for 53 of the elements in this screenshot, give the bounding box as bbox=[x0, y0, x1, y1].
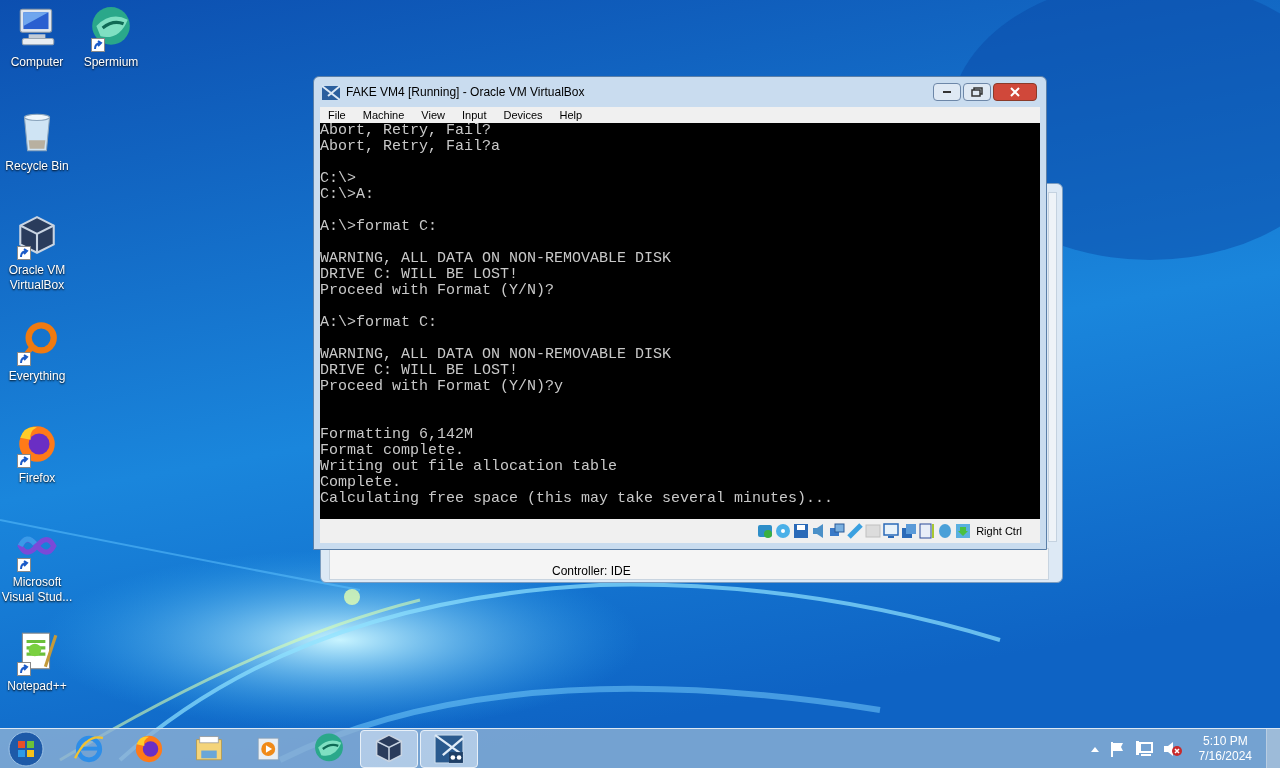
console-line: Format complete. bbox=[320, 442, 465, 459]
chevron-up-icon[interactable] bbox=[1090, 745, 1099, 752]
close-icon bbox=[1010, 86, 1020, 97]
console-line: Formatting 6,142M bbox=[320, 426, 474, 443]
vt-icon[interactable] bbox=[919, 523, 936, 540]
console-line: Proceed with Format (Y/N)? bbox=[320, 282, 555, 299]
muted-speaker-icon[interactable] bbox=[1162, 740, 1183, 757]
console-line: C:\>A: bbox=[320, 186, 374, 203]
console-line: Abort, Retry, Fail? bbox=[320, 122, 492, 139]
restore-icon bbox=[971, 86, 983, 97]
console-line: A:\>format C: bbox=[320, 314, 438, 331]
display-icon[interactable] bbox=[883, 523, 900, 540]
console-line: WARNING, ALL DATA ON NON-REMOVABLE DISK bbox=[320, 346, 672, 363]
console-line: Calculating free space (this may take several minutes)... bbox=[320, 490, 834, 507]
console-line: Abort, Retry, Fail?a bbox=[320, 138, 501, 155]
console-line: A:\>format C: bbox=[320, 218, 438, 235]
desktop-shortcut[interactable]: Computer bbox=[10, 4, 64, 70]
menu-item[interactable]: Devices bbox=[495, 106, 551, 123]
menu-item[interactable]: File bbox=[320, 106, 354, 123]
console-line: Proceed with Format (Y/N)?y bbox=[320, 378, 564, 395]
taskbar-button[interactable] bbox=[360, 729, 418, 768]
desktop-shortcut[interactable]: Spermium bbox=[83, 4, 139, 70]
usb-icon[interactable] bbox=[847, 523, 864, 540]
flag-icon[interactable] bbox=[1108, 740, 1125, 757]
windows-stack-icon[interactable] bbox=[901, 523, 918, 540]
menu-item[interactable]: Help bbox=[551, 106, 591, 123]
desktop-shortcut[interactable]: Microsoft Visual Stud... bbox=[0, 524, 74, 605]
console-line: DRIVE C: WILL BE LOST! bbox=[320, 266, 519, 283]
floppy-icon[interactable] bbox=[793, 523, 810, 540]
maximize-button[interactable] bbox=[963, 82, 991, 101]
menu-item[interactable]: Input bbox=[453, 106, 495, 123]
detail-text: Controller: IDE bbox=[552, 564, 631, 578]
taskbar-button[interactable] bbox=[420, 729, 478, 768]
console-line: Writing out file allocation table bbox=[320, 458, 618, 475]
console-line: Complete. bbox=[320, 474, 401, 491]
menu-item[interactable]: Machine bbox=[354, 106, 413, 123]
windows-logo-icon bbox=[8, 730, 44, 767]
console-line: DRIVE C: WILL BE LOST! bbox=[320, 362, 519, 379]
console-line: WARNING, ALL DATA ON NON-REMOVABLE DISK bbox=[320, 250, 672, 267]
desktop-shortcut[interactable]: Firefox bbox=[13, 420, 61, 486]
host-key-label: Right Ctrl bbox=[976, 523, 1022, 539]
desktop-shortcut[interactable]: Notepad++ bbox=[7, 628, 67, 694]
desktop-shortcut[interactable]: Recycle Bin bbox=[5, 108, 69, 174]
desktop-shortcut[interactable]: Everything bbox=[8, 318, 66, 384]
menu-item[interactable]: View bbox=[413, 106, 453, 123]
start-button[interactable] bbox=[6, 728, 46, 768]
minimize-button[interactable] bbox=[933, 82, 961, 101]
window-title: FAKE VM4 [Running] - Oracle VM VirtualBox bbox=[346, 83, 585, 101]
network-icon[interactable] bbox=[1134, 740, 1153, 757]
close-button[interactable] bbox=[993, 82, 1037, 101]
console-line: C:\> bbox=[320, 170, 356, 187]
desktop-shortcut[interactable]: Oracle VM VirtualBox bbox=[0, 212, 74, 293]
mouse-icon[interactable] bbox=[937, 523, 954, 540]
